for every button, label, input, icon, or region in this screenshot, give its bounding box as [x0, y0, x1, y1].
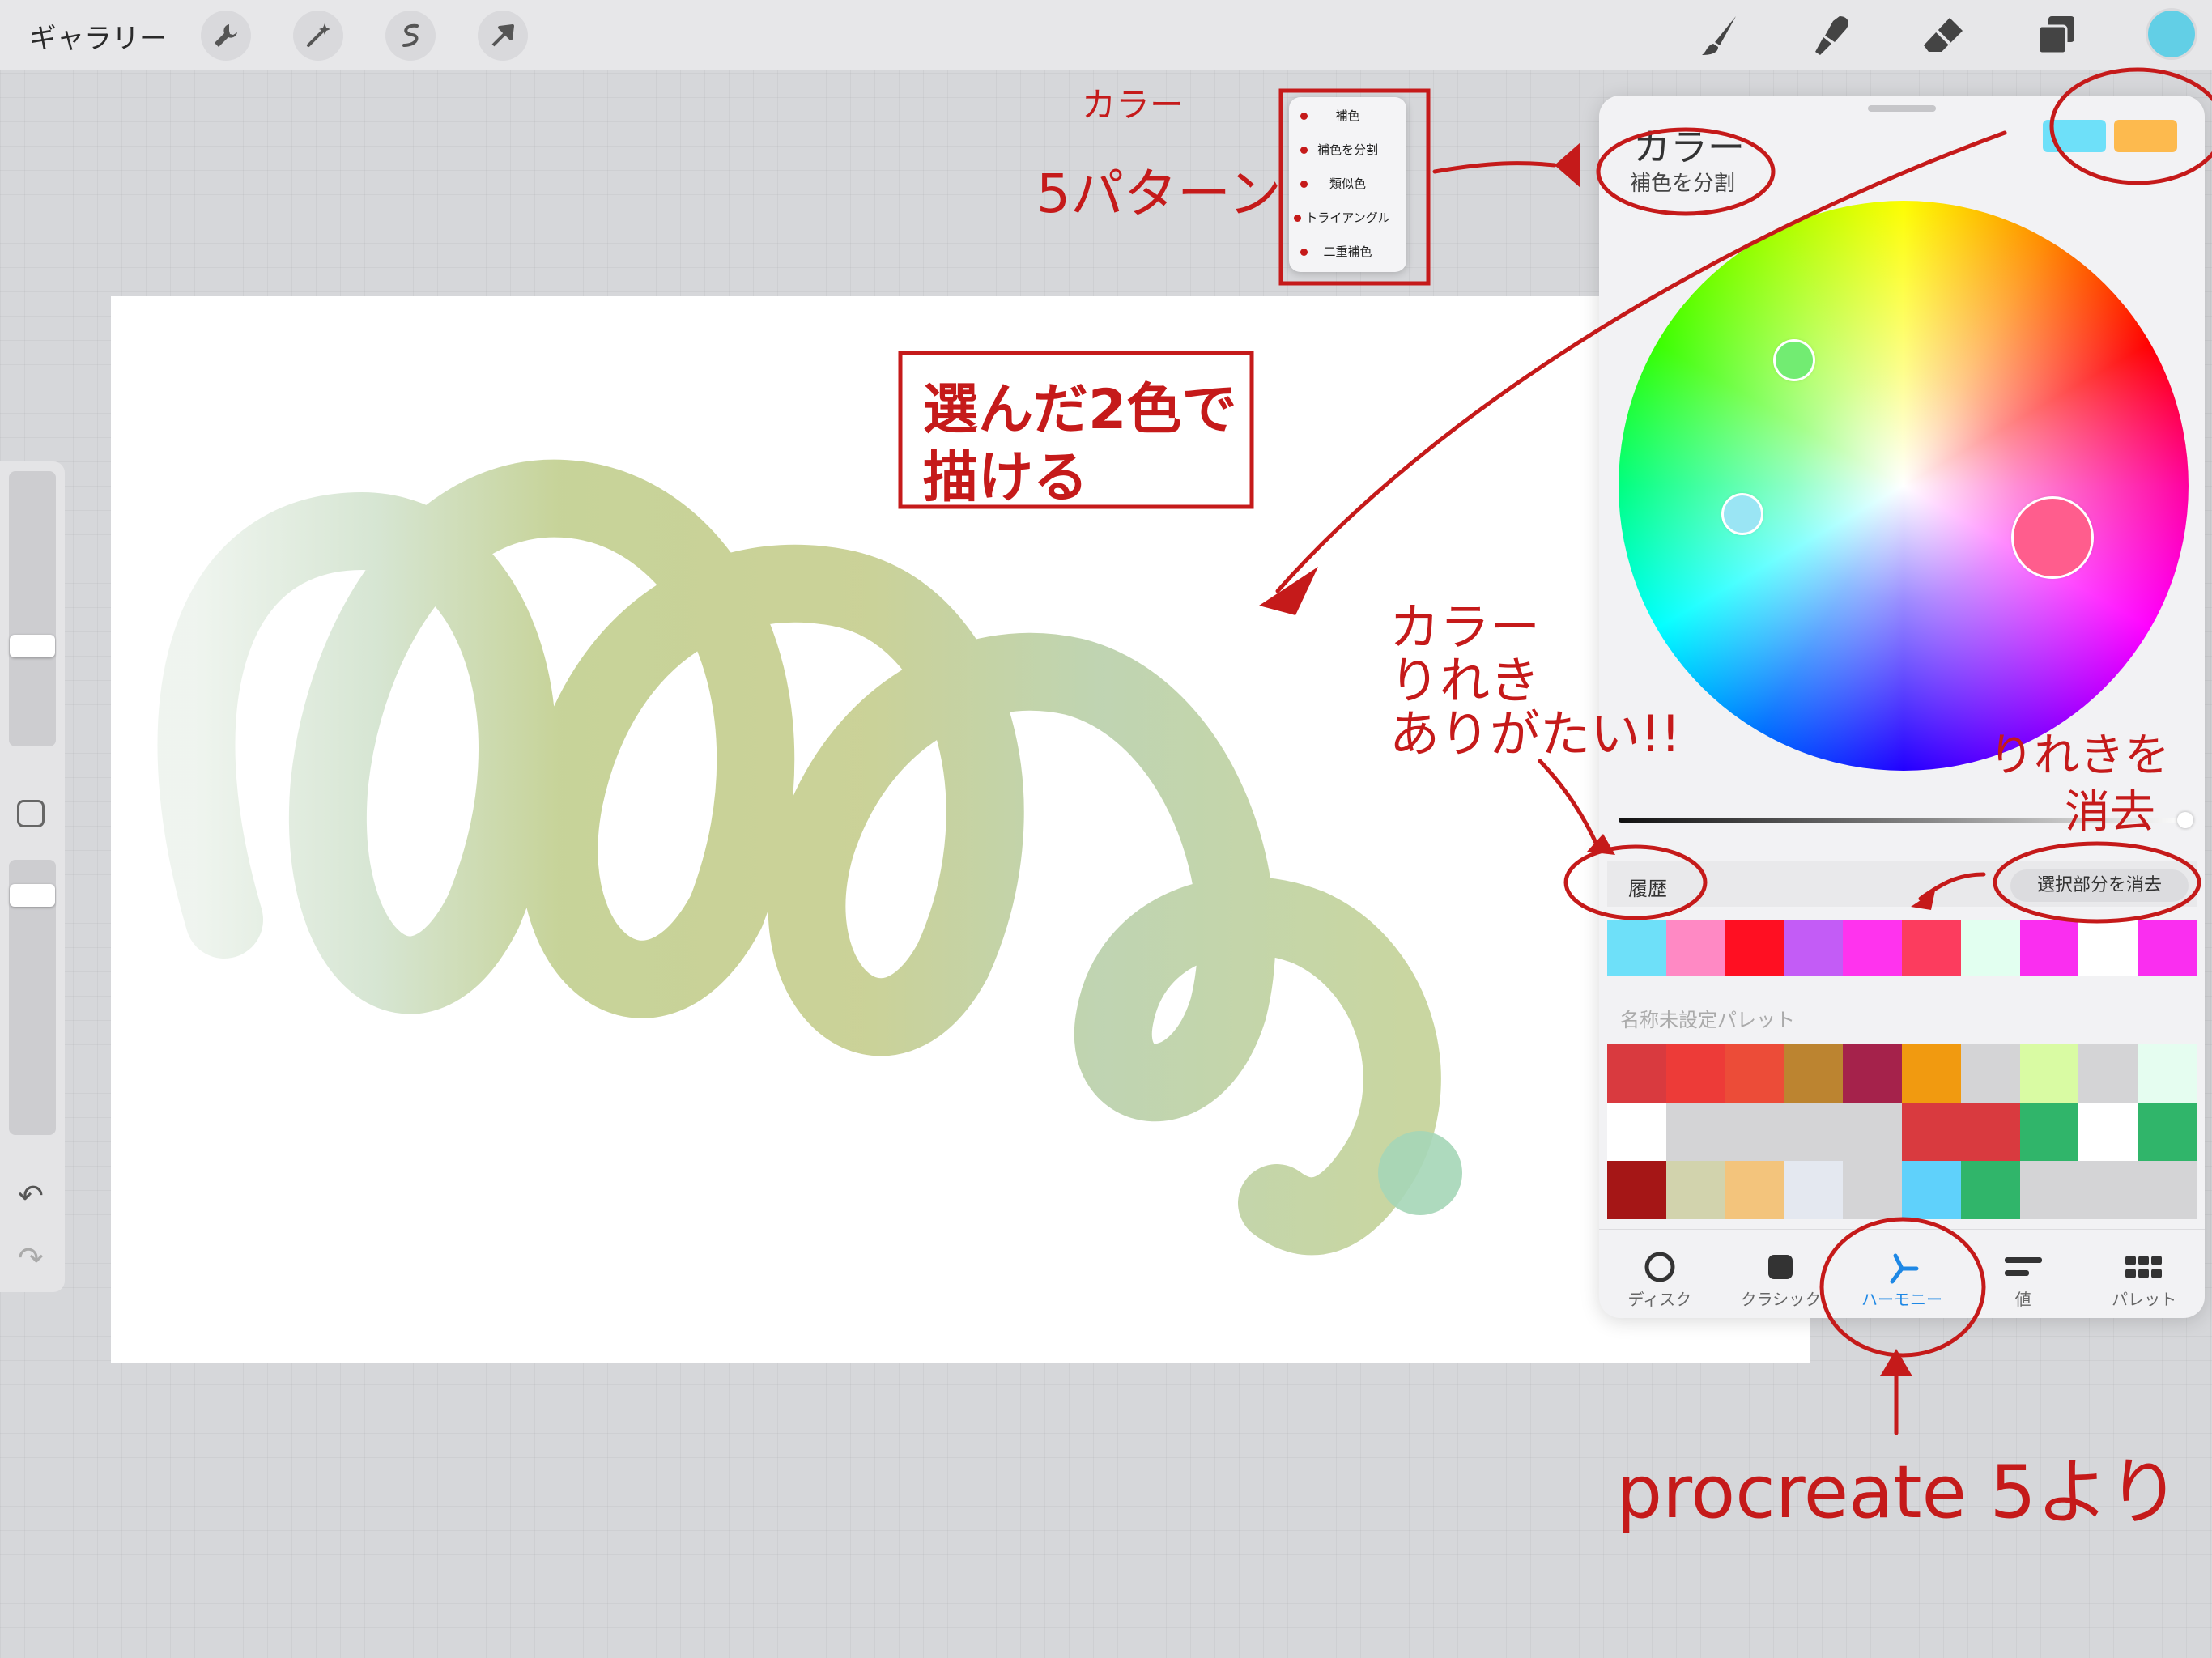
annotation-clear-line2: 消去: [2065, 786, 2155, 839]
annotation-color-label: カラー: [1082, 85, 1185, 125]
arrow-to-mode: [1432, 161, 1557, 174]
annotation-layer: [898, 67, 2212, 1435]
annotation-procreate: procreate 5より: [1616, 1450, 2180, 1535]
annotation-circle-mode: [1596, 127, 1776, 216]
annotation-circle-history: [1563, 844, 1708, 920]
annotation-patterns: 5パターン: [1036, 163, 1282, 225]
annotation-box-menu: [1278, 88, 1431, 286]
annotation-circle-clear: [1993, 841, 2201, 924]
annotation-history-line3: ありがたい!!: [1389, 704, 1681, 763]
arrow-to-canvas: [1275, 130, 2007, 593]
annotation-draw-line2: 描ける: [923, 446, 1089, 510]
annotation-circle-harmony-tab: [1819, 1217, 1986, 1358]
annotation-clear-line1: りれきを: [1989, 729, 2170, 782]
arrow-to-history: [1538, 759, 1602, 852]
annotation-circle-swatches: [2049, 67, 2212, 185]
